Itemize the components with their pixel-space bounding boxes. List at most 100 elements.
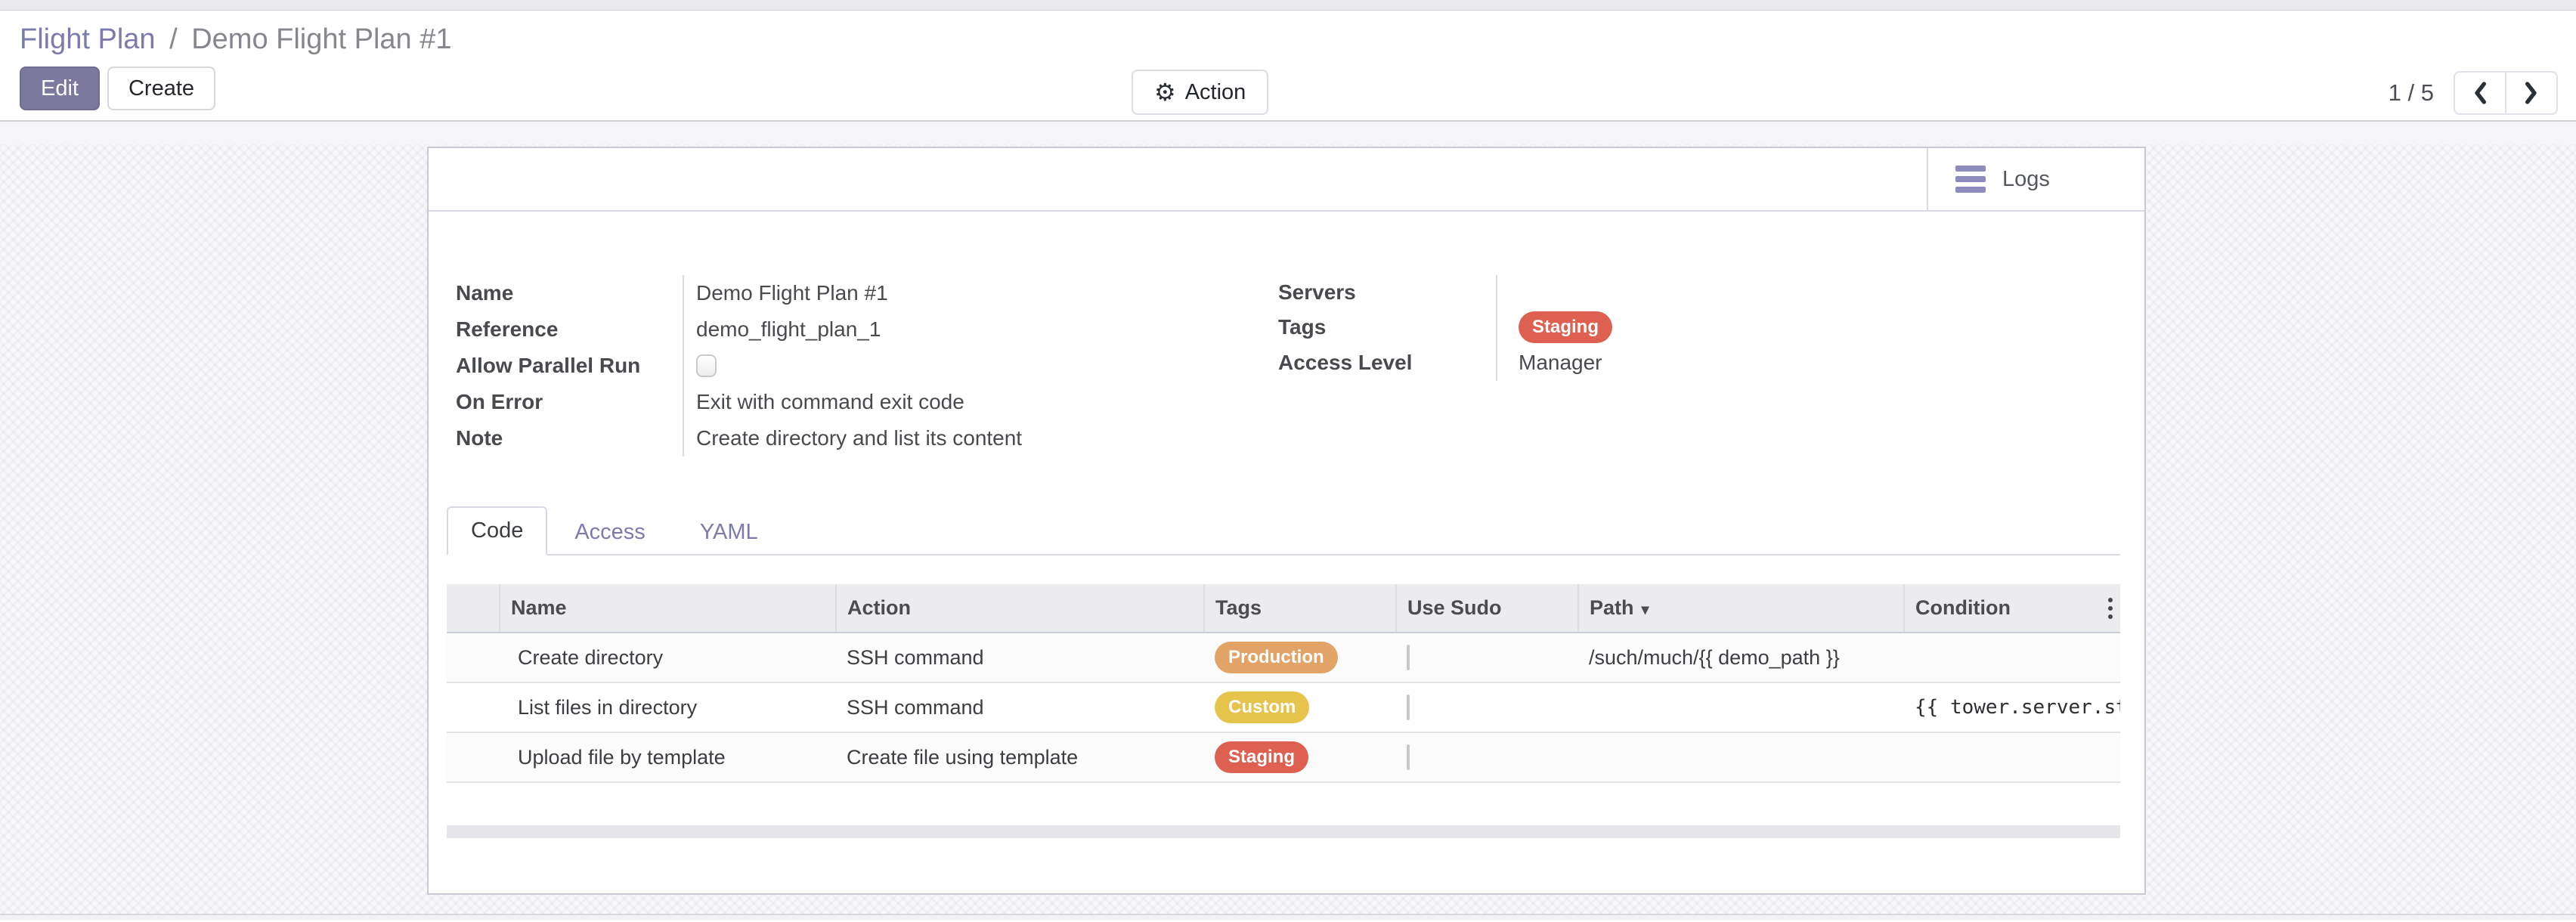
pager-next-button[interactable] [2505,71,2558,115]
field-label-on-error: On Error [456,390,683,414]
table-row[interactable]: Upload file by template Create file usin… [447,732,2120,782]
field-label-access-level: Access Level [1278,351,1496,375]
pager: 1 / 5 [2389,71,2558,115]
column-header-path[interactable]: Path▾ [1578,584,1904,633]
screen: Flight Plan / Demo Flight Plan #1 Edit C… [0,0,2576,922]
row-condition-cell [1904,633,2120,682]
column-header-tags[interactable]: Tags [1204,584,1396,633]
form-card-header: Logs [429,148,2144,212]
field-group-right: Servers Tags Staging Access Level Manage… [1278,275,1958,456]
form-buttons: Edit Create [20,67,2556,110]
sort-desc-icon: ▾ [1642,602,1649,618]
row-use-sudo-cell [1396,633,1578,682]
field-row-name: Name Demo Flight Plan #1 [456,275,1278,311]
tag-badge-staging[interactable]: Staging [1519,311,1612,343]
column-header-use-sudo[interactable]: Use Sudo [1396,584,1578,633]
breadcrumb-current: Demo Flight Plan #1 [191,23,451,55]
row-name-cell: Upload file by template [500,732,836,782]
row-handle-cell [447,682,500,732]
row-tags-cell: Staging [1204,732,1396,782]
bottom-panel-edge [0,914,2576,920]
column-header-condition[interactable]: Condition [1904,584,2120,633]
tab-yaml[interactable]: YAML [673,509,785,555]
field-label-tags: Tags [1278,315,1496,339]
horizontal-scrollbar[interactable] [447,825,2120,838]
field-row-allow-parallel-run: Allow Parallel Run [456,348,1278,384]
table-row[interactable]: List files in directory SSH command Cust… [447,682,2120,732]
field-row-access-level: Access Level Manager [1278,345,1958,381]
column-header-action[interactable]: Action [836,584,1204,633]
field-value-servers [1496,275,1958,310]
field-value-name: Demo Flight Plan #1 [683,275,1278,311]
row-handle-cell [447,732,500,782]
field-value-access-level: Manager [1496,345,1958,381]
pager-count: 1 / 5 [2389,79,2434,107]
breadcrumb-parent-link[interactable]: Flight Plan [20,23,156,55]
use-sudo-checkbox[interactable] [1407,744,1410,770]
row-action-cell: Create file using template [836,732,1204,782]
row-tags-cell: Custom [1204,682,1396,732]
tab-code[interactable]: Code [447,506,547,555]
row-condition-cell [1904,732,2120,782]
commands-table: Name Action Tags Use Sudo Path▾ Conditio… [447,584,2120,783]
top-navbar-edge [0,0,2576,11]
action-button-label: Action [1185,80,1246,105]
row-path-cell: /such/much/{{ demo_path }} [1578,633,1904,682]
row-path-cell [1578,682,1904,732]
breadcrumb: Flight Plan / Demo Flight Plan #1 [20,20,2556,59]
row-name-cell: Create directory [500,633,836,682]
table-header-row: Name Action Tags Use Sudo Path▾ Conditio… [447,584,2120,633]
field-row-tags: Tags Staging [1278,310,1958,345]
use-sudo-checkbox[interactable] [1407,645,1410,670]
notebook-tabs: Code Access YAML [447,506,2120,555]
control-panel: Flight Plan / Demo Flight Plan #1 Edit C… [0,11,2576,122]
field-row-reference: Reference demo_flight_plan_1 [456,311,1278,348]
field-label-name: Name [456,281,683,305]
field-label-allow-parallel-run: Allow Parallel Run [456,354,683,378]
chevron-right-icon [2522,81,2541,105]
breadcrumb-separator: / [163,23,184,55]
row-handle-cell [447,633,500,682]
edit-button[interactable]: Edit [20,67,100,110]
form-card: Logs Name Demo Flight Plan #1 Reference … [427,147,2146,895]
content-top-strip [0,122,2576,144]
action-menu-button[interactable]: ⚙ Action [1132,70,1268,115]
field-value-on-error: Exit with command exit code [683,384,1278,420]
use-sudo-checkbox[interactable] [1407,695,1410,720]
tag-badge-production: Production [1215,642,1338,673]
field-label-note: Note [456,426,683,450]
row-action-cell: SSH command [836,682,1204,732]
form-card-body: Name Demo Flight Plan #1 Reference demo_… [429,212,2144,838]
column-header-handle [447,584,500,633]
field-row-note: Note Create directory and list its conte… [456,420,1278,456]
field-value-note: Create directory and list its content [683,420,1278,456]
pager-previous-button[interactable] [2454,71,2506,115]
field-row-servers: Servers [1278,275,1958,310]
allow-parallel-run-checkbox[interactable] [696,354,717,377]
commands-table-area: Name Action Tags Use Sudo Path▾ Conditio… [447,584,2120,838]
field-value-reference: demo_flight_plan_1 [683,311,1278,348]
row-tags-cell: Production [1204,633,1396,682]
field-label-servers: Servers [1278,280,1496,305]
tab-access[interactable]: Access [547,509,672,555]
tag-badge-custom: Custom [1215,692,1309,723]
row-use-sudo-cell [1396,732,1578,782]
row-condition-cell: {{ tower.server.st [1904,682,2120,732]
row-name-cell: List files in directory [500,682,836,732]
pager-buttons [2454,71,2558,115]
table-row[interactable]: Create directory SSH command Production … [447,633,2120,682]
field-group-left: Name Demo Flight Plan #1 Reference demo_… [456,275,1278,456]
column-header-name[interactable]: Name [500,584,836,633]
chevron-left-icon [2470,81,2490,105]
logs-button[interactable]: Logs [1927,148,2144,210]
column-header-condition-label: Condition [1915,596,2011,619]
create-button[interactable]: Create [107,67,215,110]
field-value-allow-parallel-run [683,348,1278,384]
logs-button-label: Logs [2002,167,2050,192]
row-action-cell: SSH command [836,633,1204,682]
field-value-tags: Staging [1496,310,1958,345]
optional-columns-icon[interactable] [2108,598,2113,619]
field-row-on-error: On Error Exit with command exit code [456,384,1278,420]
hamburger-icon [1955,166,1986,193]
field-groups: Name Demo Flight Plan #1 Reference demo_… [456,275,2144,456]
